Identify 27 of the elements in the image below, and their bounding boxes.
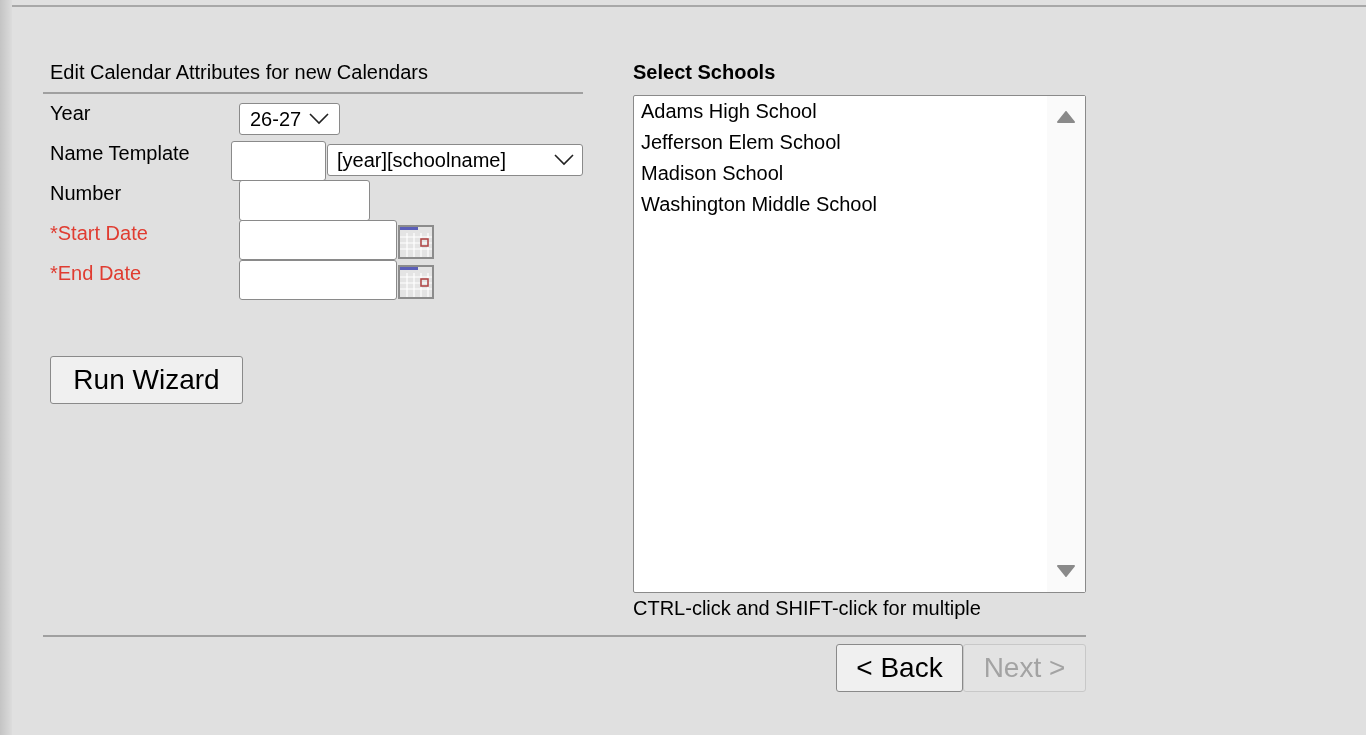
school-option[interactable]: Jefferson Elem School bbox=[640, 127, 1047, 158]
calendar-icon[interactable] bbox=[398, 225, 434, 259]
input-field[interactable] bbox=[231, 141, 326, 181]
dropdown-chevron-icon bbox=[309, 113, 330, 125]
field-label: *Start Date bbox=[50, 221, 149, 245]
back-button[interactable]: < Back bbox=[836, 644, 963, 692]
field-label: *End Date bbox=[50, 261, 143, 285]
school-option[interactable]: Washington Middle School bbox=[640, 189, 1047, 220]
section-title: Select Schools bbox=[633, 60, 777, 85]
field-label: Name Template bbox=[50, 141, 191, 165]
school-listbox[interactable]: Adams High School Jefferson Elem School Madison School Washington Middle School bbox=[633, 95, 1086, 593]
section-title: Edit Calendar Attributes for new Calendars bbox=[49, 60, 429, 85]
template-dropdown[interactable]: [year][schoolname] bbox=[327, 144, 583, 176]
school-option[interactable]: Madison School bbox=[640, 158, 1047, 189]
field-label: Number bbox=[50, 181, 123, 205]
calendar-icon[interactable] bbox=[398, 265, 434, 299]
year-dropdown[interactable]: 26-27 bbox=[239, 103, 341, 135]
hint-text: CTRL-click and SHIFT-click for multiple bbox=[633, 596, 982, 621]
field-label: Year bbox=[50, 101, 92, 125]
school-option[interactable]: Adams High School bbox=[640, 96, 1047, 127]
scroll-up-icon[interactable] bbox=[1057, 111, 1075, 123]
date-field[interactable] bbox=[239, 220, 397, 260]
dropdown-chevron-icon bbox=[554, 154, 574, 166]
run-wizard-button[interactable]: Run Wizard bbox=[50, 356, 243, 404]
input-field[interactable] bbox=[239, 180, 370, 221]
scroll-down-icon[interactable] bbox=[1057, 565, 1075, 577]
date-field[interactable] bbox=[239, 260, 397, 300]
